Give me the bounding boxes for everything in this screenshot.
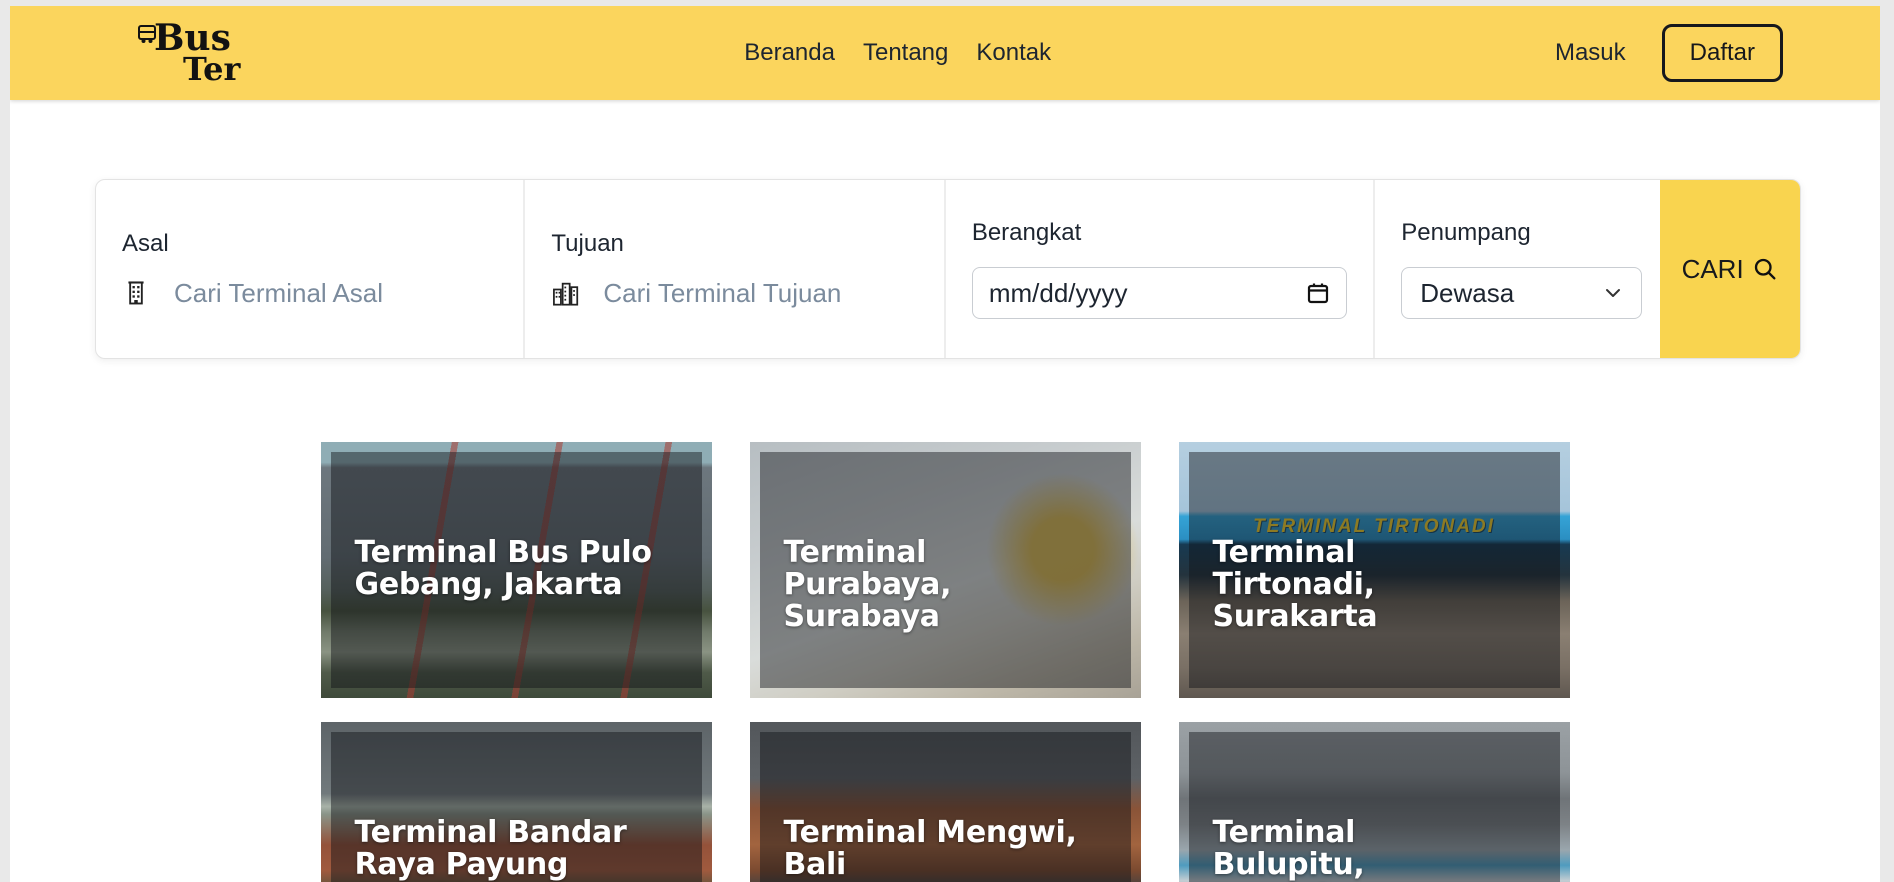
login-link[interactable]: Masuk — [1555, 39, 1626, 67]
passengers-label: Penumpang — [1401, 219, 1531, 246]
terminal-card[interactable]: Terminal Bulupitu, Purwokerto — [1178, 722, 1570, 882]
register-button[interactable]: Daftar — [1661, 24, 1783, 82]
terminal-card-title: Terminal Tirtonadi, Surakarta — [1212, 535, 1378, 635]
office-building-icon — [128, 281, 144, 305]
search-button[interactable]: CARI — [1660, 180, 1801, 358]
terminal-grid: Terminal Bus Pulo Gebang, Jakarta Termin… — [320, 442, 1570, 882]
passenger-select[interactable]: Dewasa — [1401, 267, 1643, 319]
destination-field: Tujuan — [525, 180, 946, 358]
terminal-card[interactable]: TERMINAL TIRTONADI Terminal Tirtonadi, S… — [1178, 442, 1570, 698]
nav-item-kontak[interactable]: Kontak — [976, 39, 1051, 67]
terminal-card-title: Terminal Purabaya, Surabaya — [783, 535, 952, 635]
terminal-card-title: Terminal Mengwi, Bali — [783, 815, 1077, 882]
origin-input[interactable] — [174, 277, 498, 309]
nav-item-beranda[interactable]: Beranda — [744, 39, 835, 67]
origin-field: Asal — [96, 180, 526, 358]
departure-date-input[interactable]: mm/dd/yyyy — [971, 267, 1348, 319]
departure-field: Berangkat mm/dd/yyyy — [946, 180, 1376, 358]
terminal-card[interactable]: Terminal Mengwi, Bali — [749, 722, 1141, 882]
terminal-card-title: Terminal Bulupitu, Purwokerto — [1212, 815, 1406, 882]
terminal-card-title: Terminal Bandar Raya Payung Sekaki, Peka… — [354, 815, 627, 882]
search-icon — [1754, 258, 1776, 280]
passengers-field: Penumpang Dewasa — [1375, 180, 1660, 358]
header: Bus Ter Beranda Tentang Kontak Masuk Daf… — [10, 6, 1880, 100]
destination-input[interactable] — [603, 277, 918, 309]
passenger-select-value: Dewasa — [1420, 277, 1515, 308]
terminal-card-title: Terminal Bus Pulo Gebang, Jakarta — [354, 535, 652, 603]
terminal-card[interactable]: Terminal Bus Pulo Gebang, Jakarta — [320, 442, 712, 698]
page: Bus Ter Beranda Tentang Kontak Masuk Daf… — [10, 6, 1880, 882]
chevron-down-icon — [1606, 289, 1621, 297]
main-nav: Beranda Tentang Kontak — [240, 39, 1555, 67]
departure-date-value: mm/dd/yyyy — [988, 277, 1128, 308]
search-bar: Asal Tujuan — [95, 179, 1801, 359]
departure-label: Berangkat — [971, 219, 1082, 246]
search-button-label: CARI — [1681, 253, 1744, 284]
terminal-card[interactable]: Terminal Purabaya, Surabaya — [749, 442, 1141, 698]
logo[interactable]: Bus Ter — [135, 20, 241, 89]
destination-label: Tujuan — [551, 229, 624, 257]
logo-text-line2: Ter — [183, 50, 241, 89]
auth-area: Masuk Daftar — [1555, 24, 1783, 82]
cityscape-icon — [553, 282, 579, 306]
calendar-icon — [1308, 283, 1329, 304]
nav-item-tentang[interactable]: Tentang — [863, 39, 948, 67]
origin-label: Asal — [122, 229, 169, 257]
terminal-card[interactable]: Terminal Bandar Raya Payung Sekaki, Peka… — [320, 722, 712, 882]
